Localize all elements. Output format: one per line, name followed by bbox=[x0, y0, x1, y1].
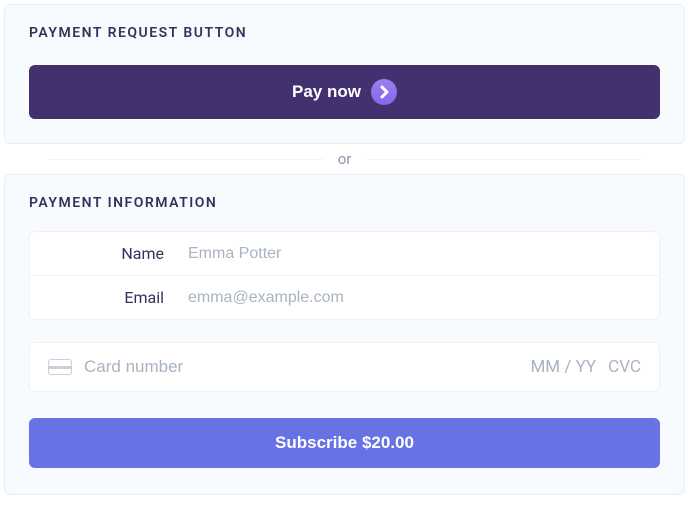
card-number-input[interactable] bbox=[84, 357, 518, 377]
name-input[interactable] bbox=[188, 245, 641, 263]
card-cvc-placeholder[interactable]: CVC bbox=[608, 357, 641, 377]
divider-line-right bbox=[365, 159, 641, 160]
pay-now-arrow-icon bbox=[371, 79, 397, 105]
pay-now-button[interactable]: Pay now bbox=[29, 65, 660, 119]
email-row: Email bbox=[30, 275, 659, 319]
payment-request-title: PAYMENT REQUEST BUTTON bbox=[29, 25, 660, 41]
payment-request-section: PAYMENT REQUEST BUTTON Pay now bbox=[4, 4, 685, 144]
pay-now-label: Pay now bbox=[292, 82, 361, 102]
email-input[interactable] bbox=[188, 289, 641, 307]
contact-form-group: Name Email bbox=[29, 231, 660, 320]
credit-card-icon bbox=[48, 359, 72, 375]
name-label: Name bbox=[48, 244, 188, 263]
payment-information-title: PAYMENT INFORMATION bbox=[29, 195, 660, 211]
divider-line-left bbox=[48, 159, 324, 160]
subscribe-button[interactable]: Subscribe $20.00 bbox=[29, 418, 660, 468]
email-label: Email bbox=[48, 288, 188, 307]
divider: or bbox=[4, 144, 685, 174]
card-expiry-placeholder[interactable]: MM / YY bbox=[530, 357, 596, 377]
divider-text: or bbox=[338, 150, 352, 168]
payment-information-section: PAYMENT INFORMATION Name Email MM / YY C… bbox=[4, 174, 685, 495]
name-row: Name bbox=[30, 232, 659, 275]
card-row: MM / YY CVC bbox=[29, 342, 660, 392]
